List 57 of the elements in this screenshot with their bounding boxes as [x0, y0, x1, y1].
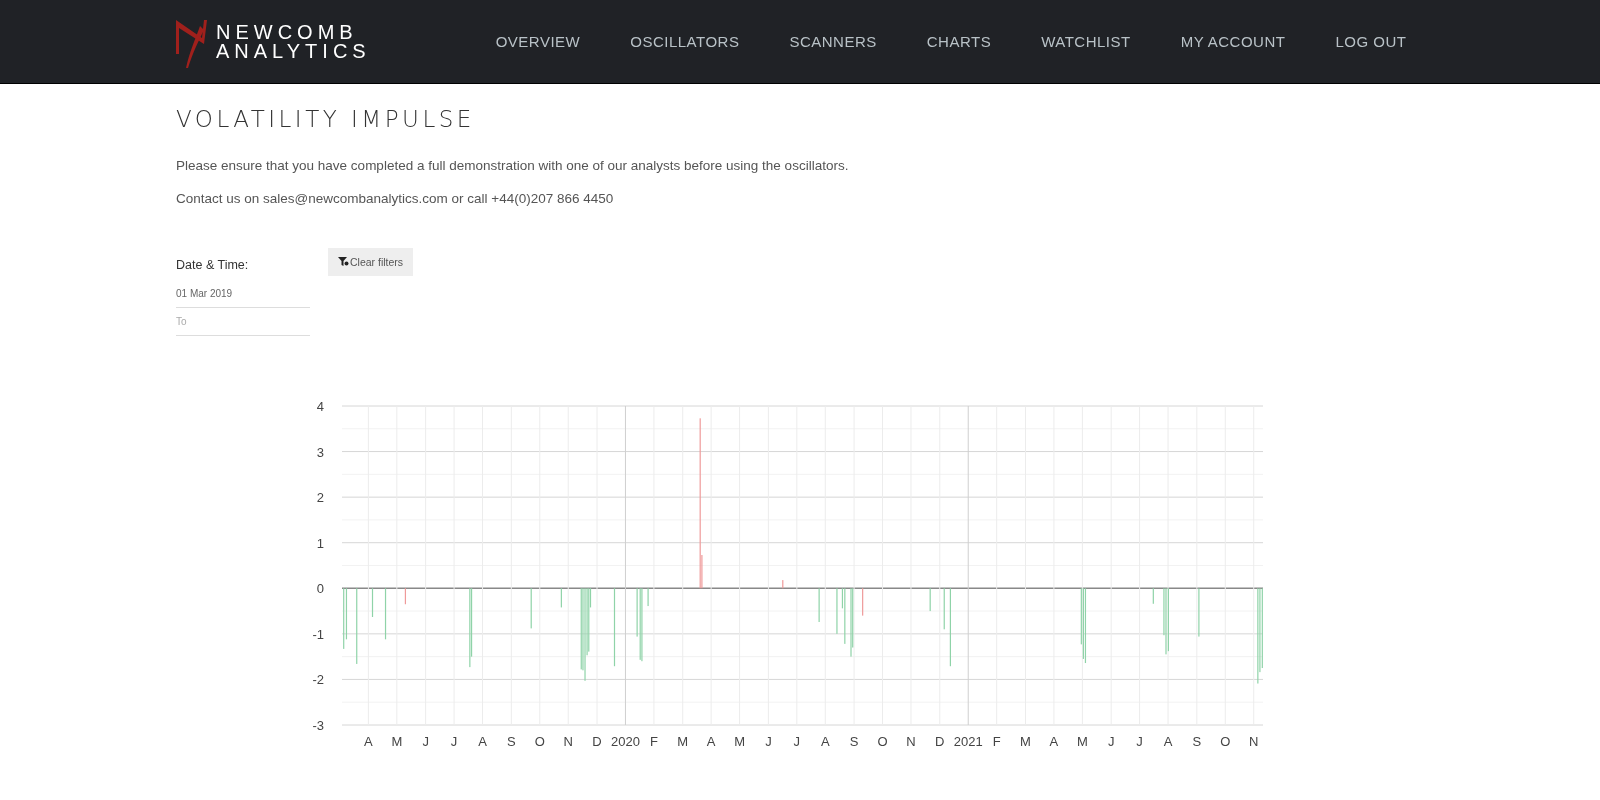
x-axis-label: A [820, 734, 830, 749]
x-axis-label: M [1020, 734, 1031, 749]
x-axis-label: N [1249, 734, 1259, 749]
x-axis-label: 2020 [611, 734, 640, 749]
x-axis-label: M [1076, 734, 1088, 749]
brand-name: NEWCOMB [216, 22, 359, 42]
nav-link[interactable]: CHARTS [901, 33, 1017, 50]
x-axis-label: A [706, 734, 716, 749]
nav-link[interactable]: WATCHLIST [1016, 33, 1156, 50]
x-axis-label: D [592, 734, 602, 749]
filter-icon [338, 257, 349, 267]
clear-filters-button[interactable]: Clear filters [328, 248, 414, 276]
x-axis-label: M [677, 734, 689, 749]
x-axis-label: J [765, 734, 772, 749]
x-axis-label: J [1136, 734, 1143, 749]
nav-link[interactable]: OSCILLATORS [605, 33, 765, 50]
x-axis-label: J [793, 734, 801, 749]
x-axis-label: J [1107, 734, 1115, 749]
x-axis-label: M [391, 734, 403, 749]
nav-link[interactable]: SCANNERS [764, 33, 902, 50]
y-axis-label: -3 [312, 718, 324, 733]
contact-text: Contact us on sales@newcombanalytics.com or call +44(0)207 866 4450 [176, 191, 615, 206]
y-axis-label: -2 [312, 672, 324, 688]
notice-text: Please ensure that you have completed a full demonstration with one of our analysts before using the oscillators. [176, 158, 850, 173]
x-axis-label: 2021 [953, 734, 983, 749]
bar [384, 588, 387, 640]
x-axis-label: N [906, 734, 916, 749]
x-axis-label: O [1220, 734, 1231, 749]
x-axis-label: O [534, 734, 545, 749]
x-axis-label: J [422, 734, 429, 749]
y-axis-label: 3 [316, 444, 324, 460]
brand-name: ANALYTICS [216, 41, 371, 61]
nav-link[interactable]: LOG OUT [1310, 33, 1432, 50]
x-axis-label: S [1192, 734, 1202, 749]
x-axis-label: S [849, 734, 859, 749]
x-axis-label: A [364, 734, 373, 749]
x-axis-label: J [450, 734, 458, 749]
page-title: VOLATILITY IMPULSE [176, 106, 476, 132]
x-axis-label: F [992, 734, 1001, 749]
y-axis-label: 4 [316, 399, 324, 414]
x-axis-label: A [1163, 734, 1173, 749]
nav-link[interactable]: OVERVIEW [470, 33, 606, 50]
x-axis-label: D [935, 734, 945, 749]
x-axis-label: A [478, 734, 487, 749]
nav-link[interactable]: MY ACCOUNT [1155, 33, 1311, 50]
x-axis-label: O [877, 734, 888, 749]
date-time-label: Date & Time: [176, 257, 250, 272]
x-axis-label: M [734, 734, 746, 749]
x-axis-label: N [563, 734, 573, 749]
y-axis-label: 0 [316, 581, 324, 597]
y-axis-label: 1 [316, 535, 324, 551]
x-axis-label: F [649, 734, 658, 749]
y-axis-label: 2 [316, 490, 324, 506]
x-axis-label: A [1049, 734, 1059, 749]
y-axis-label: -1 [312, 626, 324, 642]
x-axis-label: S [507, 734, 516, 749]
bar [371, 588, 374, 617]
